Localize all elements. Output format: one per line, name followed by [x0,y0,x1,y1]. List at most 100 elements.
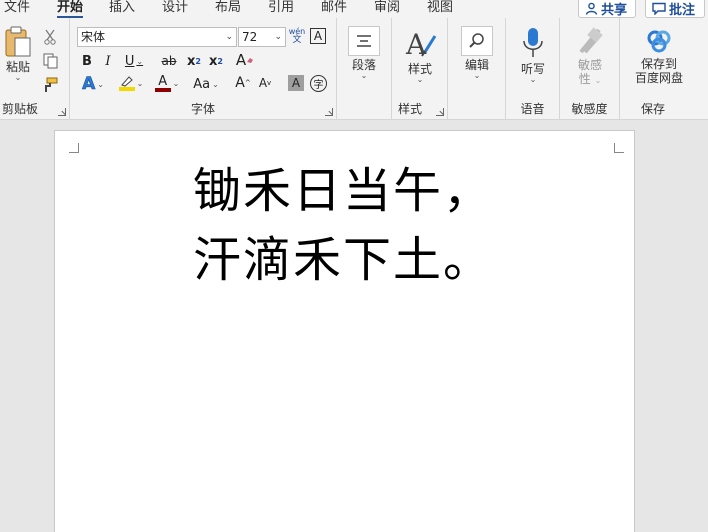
paste-label: 粘贴 [5,60,30,74]
sensitivity-icon [579,27,603,54]
tab-references[interactable]: 引用 [268,0,294,16]
comment-button[interactable]: 批注 [645,0,705,18]
clear-formatting-button[interactable]: A [235,51,255,69]
phonetic-guide-button[interactable]: wén 文 [288,27,306,45]
paragraph-icon [348,26,380,56]
font-size-combo[interactable]: 72 ⌄ [238,27,286,47]
paragraph-label: 段落 [351,58,376,72]
clear-formatting-icon: A [235,51,247,69]
highlight-dropdown-icon[interactable]: ⌄ [137,79,144,88]
page-corner-mark-left [69,143,79,153]
font-launcher-icon[interactable] [325,108,333,116]
underline-label: U [124,53,135,69]
shrink-font-button[interactable]: Av [256,74,274,92]
sensitivity-group-label: 敏感度 [571,102,608,116]
editing-label: 编辑 [464,58,489,72]
menu-bar: 文件 开始 插入 设计 布局 引用 邮件 审阅 视图 共享 批注 [0,0,708,19]
tab-design[interactable]: 设计 [162,0,188,16]
text-effect-dropdown-icon[interactable]: ⌄ [97,80,104,89]
highlighter-icon [120,76,133,87]
paste-button[interactable]: 粘贴 ⌄ [3,26,33,82]
styles-chevron-icon[interactable]: ⌄ [417,76,424,84]
format-painter-icon[interactable] [41,76,59,94]
tab-layout[interactable]: 布局 [215,0,241,16]
styles-label: 样式 [407,62,432,76]
superscript-label: x [209,53,218,69]
sensitivity-label-line2: 性 ⌄ [578,72,602,86]
document-page[interactable]: 锄禾日当午， 汗滴禾下土。 [54,130,635,532]
clipboard-launcher-icon[interactable] [58,108,66,116]
highlight-color-swatch [118,87,135,91]
save-to-baidu-button[interactable]: 保存到 百度网盘 [626,27,692,85]
poem-line-2[interactable]: 汗滴禾下土。 [193,232,493,288]
dictate-label: 听写 [520,62,545,76]
dictate-button[interactable]: 听写 ⌄ [515,26,551,84]
comment-label: 批注 [669,2,696,18]
styles-group: A 样式 ⌄ 样式 [392,18,448,120]
copy-icon[interactable] [41,52,59,70]
dictate-chevron-icon[interactable]: ⌄ [530,76,537,84]
italic-button[interactable]: I [101,52,115,70]
font-group: 宋体 ⌄ 72 ⌄ wén 文 A B I U ⌄ ab x2 x2 A A ⌄… [70,18,337,120]
sensitivity-button[interactable]: 敏感 性 ⌄ [570,26,610,86]
tab-file[interactable]: 文件 [4,0,30,16]
character-shading-button[interactable]: A [288,75,304,91]
tab-mailings[interactable]: 邮件 [321,0,347,16]
paragraph-group: 段落 ⌄ [337,18,392,120]
paste-chevron-icon[interactable]: ⌄ [15,74,22,82]
font-color-button[interactable]: A ⌄ [152,74,182,92]
editing-button[interactable]: 编辑 ⌄ [459,26,495,80]
change-case-dropdown-icon[interactable]: ⌄ [212,80,219,89]
character-border-button[interactable]: A [310,28,326,44]
superscript-button[interactable]: x2 [207,52,225,70]
change-case-button[interactable]: Aa ⌄ [188,75,224,93]
enclose-characters-button[interactable]: 字 [310,75,327,92]
font-color-dropdown-icon[interactable]: ⌄ [173,79,180,88]
paragraph-chevron-icon[interactable]: ⌄ [361,72,368,80]
page-corner-mark-right [614,143,624,153]
highlight-button[interactable]: ⌄ [116,74,146,92]
underline-dropdown-icon[interactable]: ⌄ [136,57,143,66]
ribbon: 粘贴 ⌄ 剪贴板 宋体 ⌄ 72 ⌄ wén 文 A B I U ⌄ ab x … [0,18,708,120]
text-effect-button[interactable]: A ⌄ [78,74,108,95]
subscript-button[interactable]: x2 [185,52,203,70]
sensitivity-label-line1: 敏感 [577,58,602,72]
phonetic-bottom: 文 [292,35,302,45]
poem-line-1[interactable]: 锄禾日当午， [193,163,493,219]
font-name-dropdown-icon[interactable]: ⌄ [225,28,233,46]
font-size-dropdown-icon[interactable]: ⌄ [274,28,282,46]
tab-view[interactable]: 视图 [427,0,453,16]
styles-launcher-icon[interactable] [436,108,444,116]
sensitivity-group: 敏感 性 ⌄ 敏感度 [560,18,620,120]
editing-chevron-icon[interactable]: ⌄ [474,72,481,80]
font-name-combo[interactable]: 宋体 ⌄ [77,27,237,47]
font-color-swatch [154,87,171,92]
bold-button[interactable]: B [80,52,94,70]
text-effect-icon: A [82,74,96,95]
clipboard-group: 粘贴 ⌄ 剪贴板 [0,18,70,120]
tab-insert[interactable]: 插入 [109,0,135,16]
tab-home[interactable]: 开始 [57,0,84,19]
font-size-value: 72 [242,30,258,44]
grow-font-button[interactable]: A ^ [234,74,252,92]
paragraph-button[interactable]: 段落 ⌄ [346,26,382,80]
superscript-mark: 2 [217,56,223,66]
styles-button[interactable]: A 样式 ⌄ [402,28,438,84]
share-icon [585,2,598,15]
strikethrough-button[interactable]: ab [159,52,179,70]
comment-icon [652,2,666,15]
font-color-icon: A [158,73,168,89]
grow-font-label: A [235,75,245,91]
svg-text:A: A [405,28,427,60]
underline-button[interactable]: U ⌄ [122,52,146,70]
cut-icon[interactable] [41,28,59,46]
sensitivity-chevron-icon[interactable]: ⌄ [595,76,602,85]
eraser-icon [247,58,254,63]
document-area[interactable]: 锄禾日当午， 汗滴禾下土。 [0,121,708,532]
editing-group: 编辑 ⌄ [448,18,506,120]
tab-review[interactable]: 审阅 [374,0,400,16]
styles-icon: A [405,28,437,60]
paste-icon [5,26,31,57]
save-group-label: 保存 [641,102,666,116]
share-button[interactable]: 共享 [578,0,636,18]
